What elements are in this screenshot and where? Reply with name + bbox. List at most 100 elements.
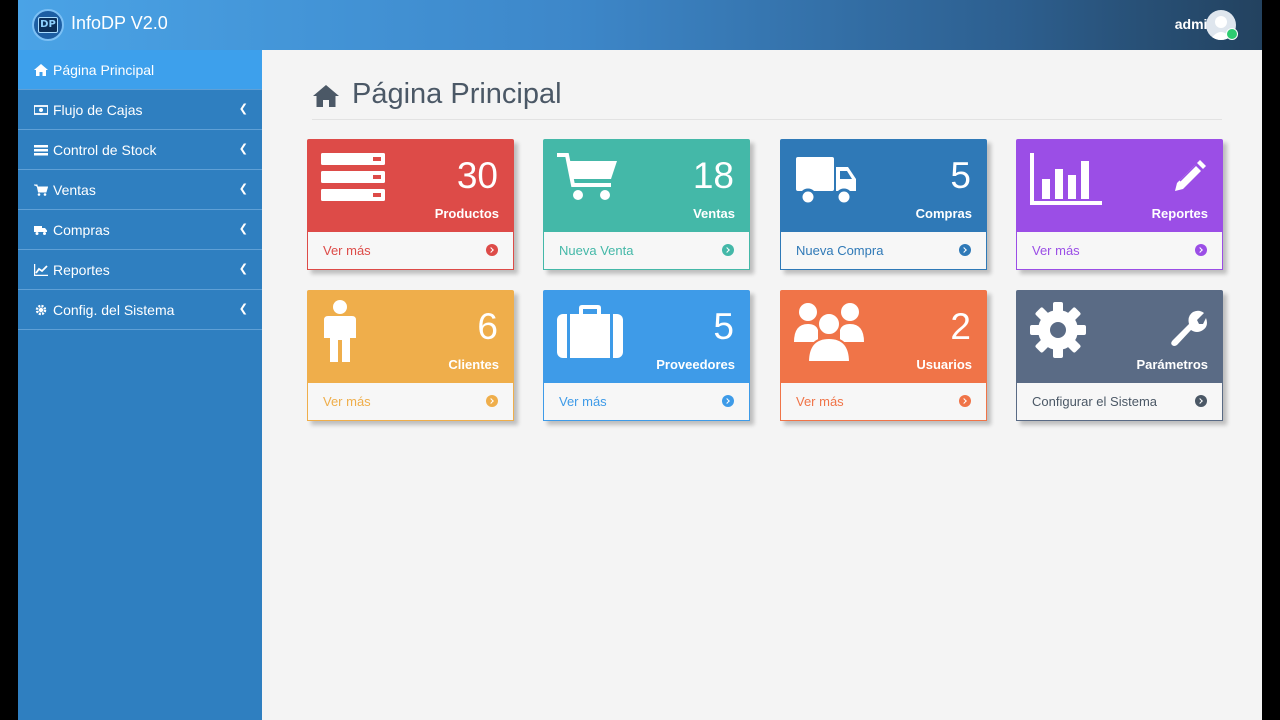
chevron-left-icon: ❮ — [238, 182, 248, 195]
sidebar-item-flujo-de-cajas[interactable]: Flujo de Cajas ❮ — [18, 90, 262, 130]
arrow-circle-right-icon[interactable] — [1195, 244, 1207, 256]
card-link-text[interactable]: Ver más — [323, 394, 371, 409]
arrow-circle-right-icon[interactable] — [486, 395, 498, 407]
logo-text: DP — [38, 17, 58, 33]
card-footer-link[interactable]: Ver más — [1016, 232, 1223, 270]
sidebar-item-label: Control de Stock — [53, 141, 157, 158]
card-value: 6 — [477, 306, 498, 347]
logo: DP — [32, 9, 64, 41]
card-value: 18 — [692, 155, 734, 196]
home-icon — [34, 63, 48, 76]
suitcase-icon — [557, 305, 623, 358]
sidebar-item-reportes[interactable]: Reportes ❮ — [18, 250, 262, 290]
card-link-text[interactable]: Ver más — [1032, 243, 1080, 258]
card-footer-link[interactable]: Ver más — [543, 383, 750, 421]
card-header: 30 Productos — [307, 139, 514, 232]
chevron-left-icon: ❮ — [238, 102, 248, 115]
sidebar-item-ventas[interactable]: Ventas ❮ — [18, 170, 262, 210]
card-link-text[interactable]: Nueva Compra — [796, 243, 883, 258]
card-footer-link[interactable]: Ver más — [780, 383, 987, 421]
brand-name[interactable]: InfoDP V2.0 — [71, 13, 168, 34]
card-footer-link[interactable]: Nueva Compra — [780, 232, 987, 270]
truck-icon — [34, 225, 47, 235]
card-link-text[interactable]: Ver más — [323, 243, 371, 258]
card-header: Reportes — [1016, 139, 1223, 232]
chevron-left-icon: ❮ — [238, 302, 248, 315]
card-clientes: 6 Clientes Ver más — [307, 290, 514, 421]
card-link-text[interactable]: Ver más — [796, 394, 844, 409]
bar-chart-icon — [1030, 153, 1102, 205]
users-icon — [794, 303, 864, 363]
card-productos: 30 Productos Ver más — [307, 139, 514, 270]
card-ventas: 18 Ventas Nueva Venta — [543, 139, 750, 270]
home-icon — [313, 85, 339, 107]
sidebar-item-label: Config. del Sistema — [53, 301, 175, 318]
arrow-circle-right-icon[interactable] — [959, 244, 971, 256]
server-icon — [321, 153, 385, 201]
top-bar: DP InfoDP V2.0 admin — [18, 0, 1262, 50]
card-header: 6 Clientes — [307, 290, 514, 383]
card-header: 2 Usuarios — [780, 290, 987, 383]
arrow-circle-right-icon[interactable] — [722, 244, 734, 256]
card-footer-link[interactable]: Ver más — [307, 232, 514, 270]
card-header: 18 Ventas — [543, 139, 750, 232]
card-value: 30 — [456, 155, 498, 196]
app-window: DP InfoDP V2.0 admin Página Principal Fl… — [18, 0, 1262, 720]
sidebar-item-label: Página Principal — [53, 61, 155, 78]
card-label: Clientes — [448, 357, 499, 372]
page-title: Página Principal — [352, 78, 562, 110]
sidebar-item-label: Reportes — [53, 261, 110, 278]
chevron-left-icon: ❮ — [238, 142, 248, 155]
sidebar: Página Principal Flujo de Cajas ❮ Contro… — [18, 50, 262, 720]
arrow-circle-right-icon[interactable] — [959, 395, 971, 407]
online-badge-icon — [1226, 28, 1238, 40]
cog-icon — [1030, 302, 1086, 358]
pencil-icon — [1175, 160, 1206, 191]
truck-icon — [796, 157, 856, 206]
arrow-circle-right-icon[interactable] — [722, 395, 734, 407]
male-icon — [324, 300, 356, 362]
card-label: Reportes — [1151, 206, 1208, 221]
card-reportes: Reportes Ver más — [1016, 139, 1223, 270]
card-footer-link[interactable]: Nueva Venta — [543, 232, 750, 270]
sidebar-item-config-del-sistema[interactable]: Config. del Sistema ❮ — [18, 290, 262, 330]
card-header: 5 Proveedores — [543, 290, 750, 383]
list-icon — [34, 144, 48, 155]
card-parametros: Parámetros Configurar el Sistema — [1016, 290, 1223, 421]
cart-icon — [34, 184, 48, 196]
sidebar-item-label: Flujo de Cajas — [53, 101, 143, 118]
card-value: 2 — [950, 306, 971, 347]
shopping-cart-icon — [557, 153, 617, 200]
sidebar-item-pagina-principal[interactable]: Página Principal — [18, 50, 262, 90]
sidebar-item-label: Compras — [53, 221, 110, 238]
card-footer-link[interactable]: Configurar el Sistema — [1016, 383, 1223, 421]
sidebar-item-compras[interactable]: Compras ❮ — [18, 210, 262, 250]
chevron-left-icon: ❮ — [238, 262, 248, 275]
arrow-circle-right-icon[interactable] — [486, 244, 498, 256]
sidebar-item-label: Ventas — [53, 181, 96, 198]
card-compras: 5 Compras Nueva Compra — [780, 139, 987, 270]
card-label: Productos — [434, 206, 499, 221]
chevron-left-icon: ❮ — [238, 222, 248, 235]
money-icon — [34, 104, 48, 115]
main-content: Página Principal 30 Productos Ver más 18… — [262, 50, 1262, 720]
card-link-text[interactable]: Nueva Venta — [559, 243, 633, 258]
card-header: Parámetros — [1016, 290, 1223, 383]
line-chart-icon — [34, 263, 48, 276]
card-label: Parámetros — [1136, 357, 1208, 372]
card-value: 5 — [950, 155, 971, 196]
wrench-icon — [1171, 310, 1207, 346]
card-link-text[interactable]: Ver más — [559, 394, 607, 409]
gear-icon — [35, 304, 47, 315]
card-header: 5 Compras — [780, 139, 987, 232]
card-label: Usuarios — [916, 357, 972, 372]
card-usuarios: 2 Usuarios Ver más — [780, 290, 987, 421]
sidebar-item-control-de-stock[interactable]: Control de Stock ❮ — [18, 130, 262, 170]
card-value: 5 — [713, 306, 734, 347]
card-proveedores: 5 Proveedores Ver más — [543, 290, 750, 421]
card-link-text[interactable]: Configurar el Sistema — [1032, 394, 1157, 409]
page-header: Página Principal — [312, 78, 1222, 120]
card-label: Ventas — [693, 206, 735, 221]
card-footer-link[interactable]: Ver más — [307, 383, 514, 421]
arrow-circle-right-icon[interactable] — [1195, 395, 1207, 407]
